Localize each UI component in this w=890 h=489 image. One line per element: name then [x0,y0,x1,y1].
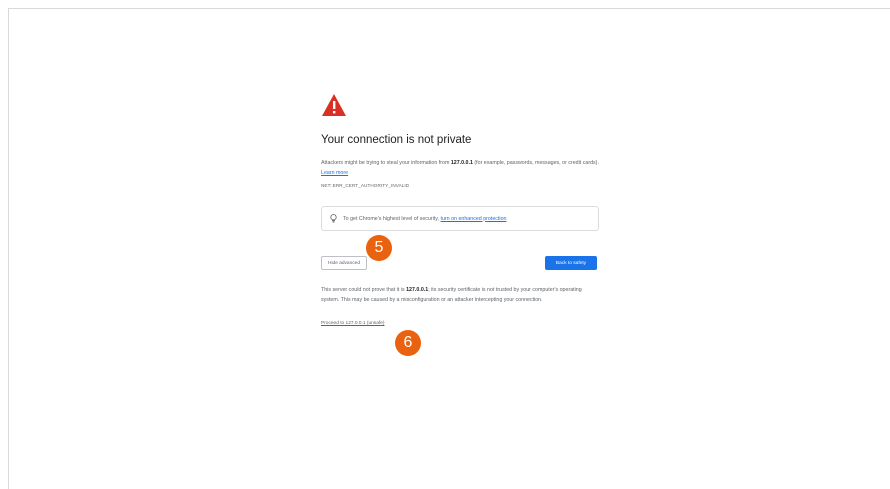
enhanced-protection-link[interactable]: turn on enhanced protection [441,216,507,222]
page-title: Your connection is not private [321,134,472,146]
interstitial-content: Your connection is not private Attackers… [321,93,599,329]
details-host: 127.0.0.1 [406,287,429,293]
host-name: 127.0.0.1 [450,160,473,166]
enhanced-protection-box: To get Chrome's highest level of securit… [321,206,599,231]
lightbulb-icon [330,214,337,223]
hide-advanced-button[interactable]: Hide advanced [321,256,368,270]
callout-badge-5: 5 [366,235,392,261]
advanced-details: This server could not prove that it is 1… [321,285,599,305]
warning-triangle-icon [322,94,346,116]
callout-badge-6: 6 [395,330,421,356]
desc-text: Attackers might be trying to steal your … [321,160,451,166]
warning-description: Attackers might be trying to steal your … [321,158,599,178]
browser-viewport: Your connection is not private Attackers… [8,8,890,489]
button-row: Hide advanced Back to safety [321,256,599,273]
desc-text-suffix: (for example, passwords, messages, or cr… [472,160,599,166]
proceed-unsafe-link[interactable]: Proceed to 127.0.0.1 (unsafe) [321,321,384,326]
error-code: NET::ERR_CERT_AUTHORITY_INVALID [321,183,410,188]
learn-more-link[interactable]: Learn more [321,170,348,176]
details-text: This server could not prove that it is [321,287,407,293]
enhanced-text: To get Chrome's highest level of securit… [343,215,440,222]
back-to-safety-button[interactable]: Back to safety [545,256,597,270]
